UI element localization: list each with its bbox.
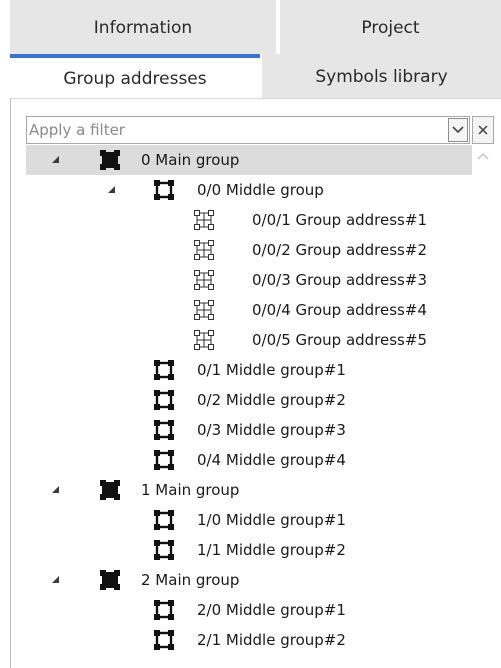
tab-project-label: Project xyxy=(361,18,420,38)
tree-item-label: 0/0/1 Group address#1 xyxy=(252,211,427,229)
tree-item-main[interactable]: 0 Main group xyxy=(26,145,472,175)
tree-item-label: 1/1 Middle group#2 xyxy=(197,541,346,559)
filter-box xyxy=(26,116,470,144)
tree-item-label: 0/4 Middle group#4 xyxy=(197,451,346,469)
tab-information[interactable]: Information xyxy=(10,0,276,54)
filter-clear-button[interactable] xyxy=(472,116,494,144)
group-address-icon xyxy=(194,330,214,350)
tree-item-middle[interactable]: 0/2 Middle group#2 xyxy=(26,385,472,415)
tree-item-label: 0/0 Middle group xyxy=(197,181,324,199)
tree-item-main[interactable]: 1 Main group xyxy=(26,475,472,505)
tab-symbols-library-label: Symbols library xyxy=(315,67,448,87)
group-address-icon xyxy=(194,300,214,320)
expand-arrow-icon[interactable] xyxy=(50,574,60,584)
tree-item-middle[interactable]: 0/1 Middle group#1 xyxy=(26,355,472,385)
close-icon xyxy=(478,125,488,135)
tab-symbols-library[interactable]: Symbols library xyxy=(262,54,501,98)
middle-group-icon xyxy=(154,630,174,650)
tree-item-middle[interactable]: 0/4 Middle group#4 xyxy=(26,445,472,475)
middle-group-icon xyxy=(154,510,174,530)
tree-item-label: 2 Main group xyxy=(141,571,240,589)
tree-item-address[interactable]: 0/0/3 Group address#3 xyxy=(26,265,472,295)
middle-group-icon xyxy=(154,540,174,560)
tree-item-label: 1 Main group xyxy=(141,481,240,499)
tree-item-middle[interactable]: 2/0 Middle group#1 xyxy=(26,595,472,625)
tree-item-middle[interactable]: 1/0 Middle group#1 xyxy=(26,505,472,535)
tab-group-addresses-label: Group addresses xyxy=(63,69,207,89)
tree-item-label: 0/3 Middle group#3 xyxy=(197,421,346,439)
middle-group-icon xyxy=(154,450,174,470)
tree-item-address[interactable]: 0/0/2 Group address#2 xyxy=(26,235,472,265)
chevron-down-icon xyxy=(452,126,464,134)
tab-group-addresses[interactable]: Group addresses xyxy=(10,54,260,98)
tree-item-main[interactable]: 2 Main group xyxy=(26,565,472,595)
tree-item-label: 2/1 Middle group#2 xyxy=(197,631,346,649)
filter-dropdown-button[interactable] xyxy=(448,118,468,142)
group-address-icon xyxy=(194,240,214,260)
expand-arrow-icon[interactable] xyxy=(106,184,116,194)
tree-item-address[interactable]: 0/0/1 Group address#1 xyxy=(26,205,472,235)
main-group-icon xyxy=(100,480,120,500)
middle-group-icon xyxy=(154,600,174,620)
main-group-icon xyxy=(100,570,120,590)
tree-item-label: 0/2 Middle group#2 xyxy=(197,391,346,409)
tree-item-address[interactable]: 0/0/4 Group address#4 xyxy=(26,295,472,325)
tab-bar: Information Project Group addresses Symb… xyxy=(10,0,501,98)
middle-group-icon xyxy=(154,360,174,380)
group-address-tree: 0 Main group 0/0 Middle group 0/0/1 Group … xyxy=(26,145,472,668)
tree-item-address[interactable]: 0/0/5 Group address#5 xyxy=(26,325,472,355)
tree-item-middle[interactable]: 0/0 Middle group xyxy=(26,175,472,205)
middle-group-icon xyxy=(154,420,174,440)
tree-item-label: 0/0/2 Group address#2 xyxy=(252,241,427,259)
tree-item-label: 2/0 Middle group#1 xyxy=(197,601,346,619)
tree-item-label: 0 Main group xyxy=(141,151,240,169)
tree-item-label: 0/0/5 Group address#5 xyxy=(252,331,427,349)
middle-group-icon xyxy=(154,180,174,200)
main-group-icon xyxy=(100,150,120,170)
group-address-icon xyxy=(194,210,214,230)
tree-item-label: 0/0/4 Group address#4 xyxy=(252,301,427,319)
tree-item-middle[interactable]: 1/1 Middle group#2 xyxy=(26,535,472,565)
scroll-up-icon[interactable] xyxy=(477,151,489,161)
expand-arrow-icon[interactable] xyxy=(50,154,60,164)
tree-item-label: 1/0 Middle group#1 xyxy=(197,511,346,529)
filter-input[interactable] xyxy=(29,119,443,141)
tree-item-label: 0/0/3 Group address#3 xyxy=(252,271,427,289)
tree-item-middle[interactable]: 0/3 Middle group#3 xyxy=(26,415,472,445)
tree-item-label: 0/1 Middle group#1 xyxy=(197,361,346,379)
middle-group-icon xyxy=(154,390,174,410)
tree-item-middle[interactable]: 2/1 Middle group#2 xyxy=(26,625,472,655)
tab-information-label: Information xyxy=(93,18,193,38)
group-address-icon xyxy=(194,270,214,290)
expand-arrow-icon[interactable] xyxy=(50,484,60,494)
tab-project[interactable]: Project xyxy=(280,0,501,54)
tree-scrollbar[interactable] xyxy=(472,146,494,668)
